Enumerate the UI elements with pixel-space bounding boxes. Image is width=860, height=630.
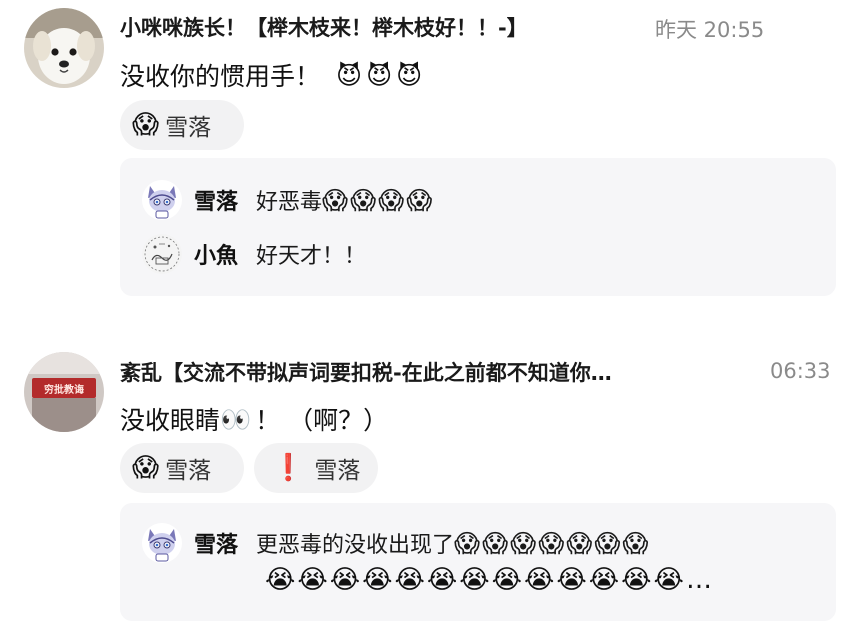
cartoon-cat-icon <box>142 523 182 563</box>
message-text: 没收你的惯用手！ 😈😈😈 <box>120 57 426 93</box>
crying-emoji-group: 😭😭😭😭😭😭😭😭😭😭😭😭😭… <box>265 565 714 595</box>
reply-thread[interactable]: 雪落 好恶毒 😱😱😱😱 小魚 好天才！！ <box>120 158 836 296</box>
timestamp: 06:33 <box>770 359 831 383</box>
cartoon-cat-icon <box>142 180 182 220</box>
avatar-puppy[interactable] <box>24 8 104 88</box>
avatar-sketch[interactable] <box>142 234 182 274</box>
avatar-cat[interactable] <box>142 523 182 563</box>
red-sign-photo-icon: 穷批教诲 <box>24 352 104 432</box>
reply-user[interactable]: 雪落 <box>194 184 238 216</box>
exclamation-icon: ❗ <box>272 453 305 483</box>
sign-text: 穷批教诲 <box>44 383 84 396</box>
reaction-chip[interactable]: 😱 雪落 <box>120 443 244 493</box>
reply-item[interactable]: 小魚 好天才！！ <box>142 234 366 274</box>
message-header: 紊乱【交流不带拟声词要扣税-在此之前都不知道你… <box>120 355 750 389</box>
avatar-sign[interactable]: 穷批教诲 <box>24 352 104 432</box>
reply-user[interactable]: 雪落 <box>194 527 238 559</box>
timestamp: 昨天 20:55 <box>655 18 765 42</box>
message-body: 没收你的惯用手！ <box>120 62 321 91</box>
scream-emoji-group: 😱😱😱😱😱😱😱 <box>454 528 651 558</box>
sketch-drawing-icon <box>142 234 182 274</box>
scream-emoji-group: 😱😱😱😱 <box>322 185 435 215</box>
reply-text: 好天才！！ <box>256 238 366 270</box>
scream-emoji-icon: 😱 <box>132 110 160 140</box>
reaction-chip[interactable]: ❗ 雪落 <box>254 443 378 493</box>
reaction-user: 雪落 <box>165 115 212 141</box>
reaction-user: 雪落 <box>314 458 361 484</box>
message-body: 没收眼睛 <box>120 406 221 435</box>
reaction-user: 雪落 <box>165 458 212 484</box>
message-header: 小咪咪族长！【榉木枝来！榉木枝好！！-】 <box>120 10 650 44</box>
reply-body: 好恶毒 <box>256 190 323 215</box>
eyes-emoji-icon: 👀 <box>220 404 252 434</box>
reply-thread[interactable]: 雪落 更恶毒的没收出现了 😱😱😱😱😱😱😱 😭😭😭😭😭😭😭😭😭😭😭😭😭… <box>120 503 836 621</box>
message-text: 没收眼睛 👀 ！ （啊？） <box>120 401 388 437</box>
reply-text: 更恶毒的没收出现了 😱😱😱😱😱😱😱 <box>256 527 650 559</box>
puppy-photo-icon <box>24 8 104 88</box>
reply-item[interactable]: 雪落 更恶毒的没收出现了 😱😱😱😱😱😱😱 <box>142 523 650 563</box>
author-name[interactable]: 紊乱【交流不带拟声词要扣税-在此之前都不知道你… <box>120 357 612 387</box>
author-name[interactable]: 小咪咪族长！【榉木枝来！榉木枝好！！-】 <box>120 12 528 42</box>
reply-body: 更恶毒的没收出现了 <box>256 533 455 558</box>
reply-item[interactable]: 雪落 好恶毒 😱😱😱😱 <box>142 180 434 220</box>
reply-text: 好恶毒 😱😱😱😱 <box>256 184 434 216</box>
reaction-chip[interactable]: 😱 雪落 <box>120 100 244 150</box>
reply-body: 好天才！！ <box>256 244 367 269</box>
scream-emoji-icon: 😱 <box>132 453 160 483</box>
avatar-cat[interactable] <box>142 180 182 220</box>
message-body-tail: ！ （啊？） <box>255 406 389 435</box>
devil-emoji-group: 😈😈😈 <box>336 60 427 90</box>
reply-user[interactable]: 小魚 <box>194 238 238 270</box>
